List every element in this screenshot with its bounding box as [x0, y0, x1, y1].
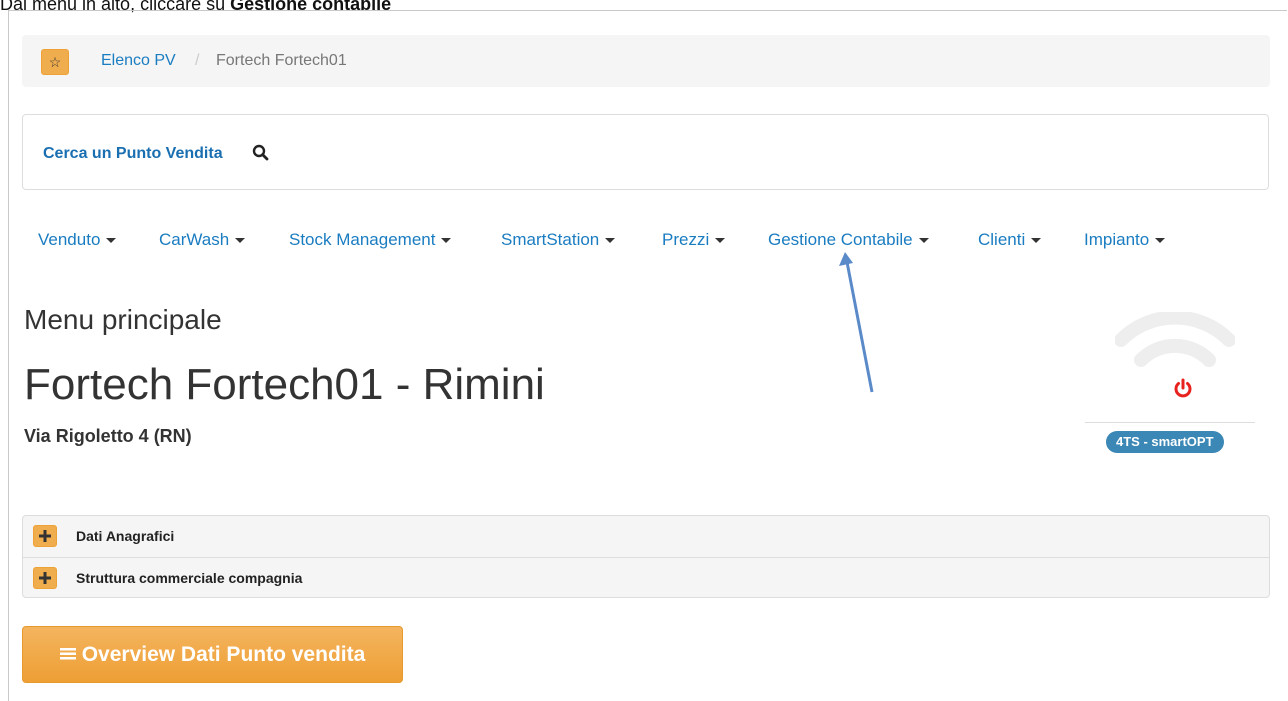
store-title: Fortech Fortech01 - Rimini: [24, 360, 545, 409]
caret-down-icon: [605, 238, 616, 244]
nav-label: Prezzi: [662, 230, 710, 249]
nav-label: Gestione Contabile: [768, 230, 913, 249]
status-divider: [1085, 422, 1255, 423]
nav-venduto[interactable]: Venduto: [38, 230, 117, 250]
store-address: Via Rigoletto 4 (RN): [24, 426, 192, 446]
nav-label: Clienti: [978, 230, 1026, 249]
breadcrumb-link-elenco-pv[interactable]: Elenco PV: [101, 52, 176, 70]
search-icon[interactable]: [252, 144, 270, 162]
nav-carwash[interactable]: CarWash: [159, 230, 246, 250]
menu-title: Menu principale: [24, 304, 222, 335]
nav-smartstation[interactable]: SmartStation: [501, 230, 616, 250]
nav-label: Venduto: [38, 230, 101, 249]
list-icon: [59, 643, 76, 667]
breadcrumb-current: Fortech Fortech01: [216, 52, 347, 69]
caret-down-icon: [1031, 238, 1042, 244]
favorite-button[interactable]: ☆: [41, 49, 69, 75]
nav-label: SmartStation: [501, 230, 600, 249]
status-badge: 4TS - smartOPT: [1106, 431, 1224, 453]
caret-down-icon: [106, 238, 117, 244]
caret-down-icon: [918, 238, 929, 244]
star-icon: ☆: [48, 53, 62, 70]
plus-icon[interactable]: [33, 525, 57, 547]
nav-label: Impianto: [1084, 230, 1150, 249]
breadcrumb: ☆ Elenco PV / Fortech Fortech01: [22, 35, 1270, 87]
nav-label: CarWash: [159, 230, 230, 249]
accordion: Dati Anagrafici Struttura commerciale co…: [22, 515, 1270, 598]
search-store-link[interactable]: Cerca un Punto Vendita: [43, 145, 223, 163]
nav-impianto[interactable]: Impianto: [1084, 230, 1166, 250]
nav-gestione-contabile[interactable]: Gestione Contabile: [768, 230, 929, 250]
breadcrumb-separator: /: [195, 52, 200, 69]
accordion-label: Dati Anagrafici: [76, 528, 175, 544]
caret-down-icon: [715, 238, 726, 244]
nav-stock-management[interactable]: Stock Management: [289, 230, 452, 250]
nav-label: Stock Management: [289, 230, 436, 249]
nav-prezzi[interactable]: Prezzi: [662, 230, 726, 250]
search-panel: Cerca un Punto Vendita: [22, 114, 1269, 190]
overview-button[interactable]: Overview Dati Punto vendita: [22, 626, 403, 683]
caret-down-icon: [1155, 238, 1166, 244]
power-icon: [1173, 378, 1193, 403]
accordion-item-dati-anagrafici[interactable]: Dati Anagrafici: [23, 516, 1269, 557]
caret-down-icon: [441, 238, 452, 244]
accordion-item-struttura-commerciale[interactable]: Struttura commerciale compagnia: [23, 557, 1269, 599]
accordion-label: Struttura commerciale compagnia: [76, 570, 303, 586]
overview-button-label: Overview Dati Punto vendita: [81, 642, 366, 666]
caret-down-icon: [235, 238, 246, 244]
plus-icon[interactable]: [33, 567, 57, 589]
connection-status: 4TS - smartOPT: [1085, 302, 1255, 462]
wifi-icon: [1114, 310, 1236, 387]
nav-clienti[interactable]: Clienti: [978, 230, 1042, 250]
